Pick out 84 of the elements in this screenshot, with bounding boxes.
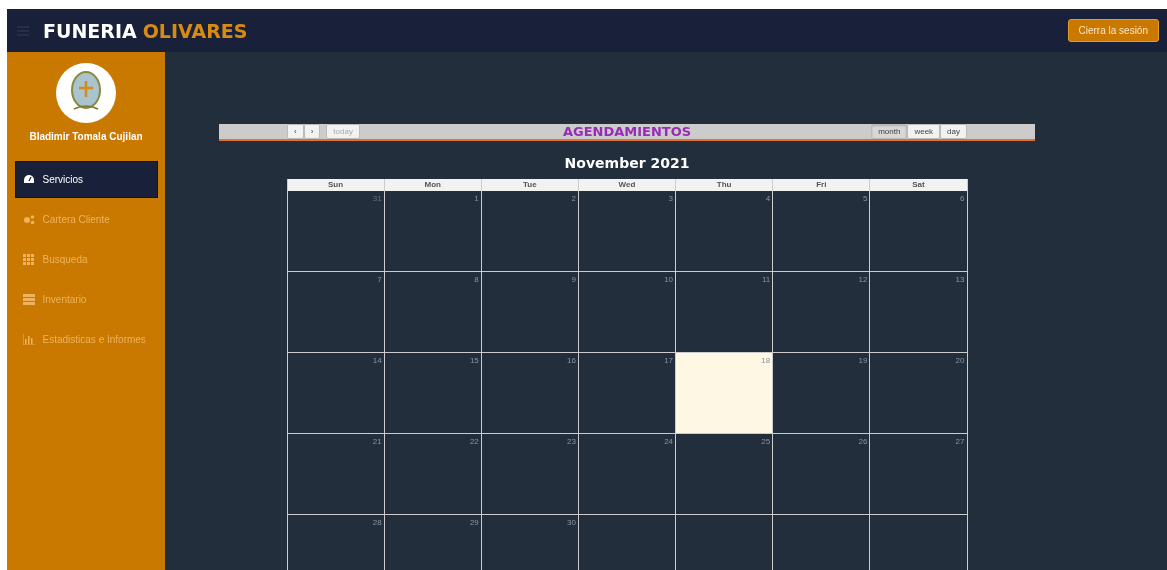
day-cell[interactable]: 18 [676, 353, 774, 434]
day-cell[interactable]: 23 [481, 434, 579, 515]
gears-icon [22, 214, 35, 225]
day-cell[interactable]: 8 [384, 272, 482, 353]
day-number: 4 [765, 194, 771, 203]
calendar-title: AGENDAMIENTOS [561, 124, 693, 139]
day-cell[interactable]: 2 [481, 191, 579, 272]
day-cell[interactable]: 30 [481, 515, 579, 570]
day-cell[interactable]: 21 [287, 434, 385, 515]
day-cell[interactable]: 16 [481, 353, 579, 434]
day-cell[interactable]: 7 [287, 272, 385, 353]
day-cell[interactable]: 1 [384, 191, 482, 272]
next-button[interactable]: › [303, 124, 321, 139]
day-cell[interactable]: 4 [676, 191, 774, 272]
day-number: 26 [858, 437, 868, 446]
day-number: 7 [377, 275, 382, 284]
weekday-header: Sat [870, 179, 968, 191]
day-number: 3 [668, 194, 674, 203]
view-tab[interactable]: month [871, 124, 908, 139]
day-number: 22 [469, 437, 479, 446]
day-number: 29 [469, 518, 479, 527]
user-name: Bladimir Tomala Cujilan [29, 131, 143, 142]
day-number: 17 [664, 356, 674, 365]
day-number: 19 [858, 356, 868, 365]
view-tab[interactable]: day [940, 124, 967, 139]
day-number: 2 [571, 194, 576, 203]
day-number: 23 [567, 437, 576, 446]
day-number: 13 [955, 275, 965, 284]
day-cell[interactable]: 22 [384, 434, 482, 515]
brand-title: FUNERIA OLIVARES [43, 19, 248, 42]
day-number: 8 [474, 275, 479, 284]
day-number: 14 [372, 356, 382, 365]
grid-icon [22, 254, 35, 265]
day-number: 20 [955, 356, 965, 365]
logout-button[interactable]: Cierra la sesión [1067, 19, 1159, 42]
day-cell[interactable]: 26 [773, 434, 871, 515]
day-cell[interactable]: 13 [870, 272, 968, 353]
day-cell[interactable]: 25 [676, 434, 774, 515]
day-cell[interactable]: 31 [287, 191, 385, 272]
list-icon [22, 294, 35, 305]
day-number: 9 [571, 275, 576, 284]
day-cell[interactable]: 28 [287, 515, 385, 570]
logo-drawing [56, 63, 116, 123]
day-number: 31 [372, 194, 382, 203]
dashboard-icon [22, 174, 35, 185]
day-number: 1 [474, 194, 479, 203]
day-number: 12 [858, 275, 868, 284]
day-cell[interactable]: 20 [870, 353, 968, 434]
day-cell[interactable]: 24 [578, 434, 677, 515]
day-cell[interactable]: 10 [578, 272, 677, 353]
day-number: 28 [372, 518, 382, 527]
day-number: 11 [761, 275, 771, 284]
day-number: 21 [372, 437, 382, 446]
previous-button[interactable]: ‹ [287, 124, 304, 139]
weekday-header: Sun [287, 179, 385, 191]
weekday-header: Tue [481, 179, 579, 191]
day-number: 6 [960, 194, 965, 203]
day-cell[interactable]: 5 [773, 191, 871, 272]
day-number: 27 [955, 437, 965, 446]
day-cell[interactable]: 3 [578, 191, 677, 272]
weekday-header: Wed [578, 179, 677, 191]
day-cell[interactable]: 29 [384, 515, 482, 570]
day-cell[interactable]: 27 [870, 434, 968, 515]
month-title: November 2021 [564, 155, 690, 171]
weekday-header: Mon [384, 179, 482, 191]
weekday-header: Thu [676, 179, 774, 191]
day-cell[interactable]: 6 [870, 191, 968, 272]
day-number: 24 [664, 437, 674, 446]
day-number: 10 [664, 275, 674, 284]
weekday-header: Fri [773, 179, 871, 191]
day-number: 30 [567, 518, 576, 527]
day-cell[interactable]: 14 [287, 353, 385, 434]
day-cell[interactable]: 19 [773, 353, 871, 434]
view-tab[interactable]: week [907, 124, 941, 139]
day-number: 18 [761, 356, 771, 365]
bar-chart-icon [22, 334, 35, 345]
day-cell[interactable]: 12 [773, 272, 871, 353]
day-number: 5 [862, 194, 868, 203]
day-cell[interactable]: 15 [384, 353, 482, 434]
sidebar-item[interactable]: Servicios [14, 161, 158, 198]
day-number: 15 [469, 356, 479, 365]
day-number: 16 [567, 356, 576, 365]
day-cell[interactable]: 9 [481, 272, 579, 353]
day-number: 25 [761, 437, 771, 446]
